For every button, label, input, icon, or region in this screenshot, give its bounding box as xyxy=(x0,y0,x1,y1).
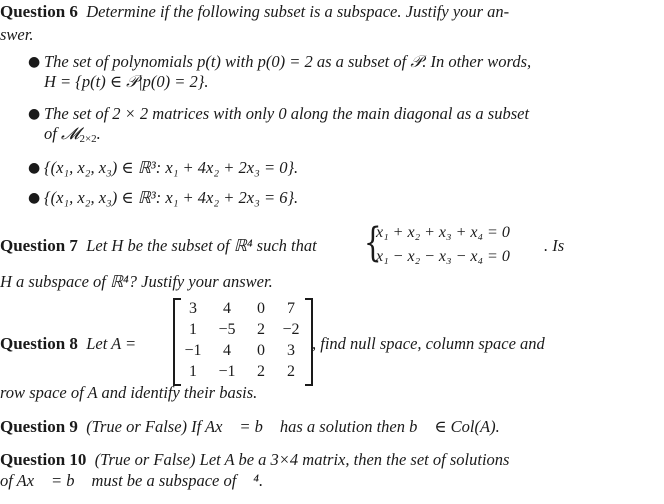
bullet-icon: ● xyxy=(28,160,41,176)
bullet-icon: ● xyxy=(28,106,41,122)
system-equation-2: x₁ − x₂ − x₃ − x₄ = 0 xyxy=(376,248,510,265)
matrix-cell: 0 xyxy=(257,300,265,317)
system-equation-1: x₁ + x₂ + x₃ + x₄ = 0 xyxy=(376,224,510,241)
question-7-line2: H a subspace of ℝ⁴? Justify your answer. xyxy=(0,272,273,291)
q6-item-1-line1: The set of polynomials p(t) with p(0) = … xyxy=(44,52,532,71)
question-8-line2: row space of A and identify their basis. xyxy=(0,383,258,402)
question-8-heading: Question 8 Let A = xyxy=(0,334,136,354)
question-9-label: Question 9 xyxy=(0,417,78,436)
bullet-icon: ● xyxy=(28,54,41,70)
matrix-a: 3 4 0 7 1 −5 2 −2 −1 4 0 3 1 −1 2 2 xyxy=(173,298,313,386)
question-10-text: (True or False) Let A be a 3×4 matrix, t… xyxy=(94,450,510,469)
question-10-label: Question 10 xyxy=(0,450,87,469)
question-7-prompt-post: . Is xyxy=(544,236,565,255)
question-7-heading: Question 7 Let H be the subset of ℝ⁴ suc… xyxy=(0,236,317,256)
question-7-label: Question 7 xyxy=(0,236,78,255)
q6-item-2-line2: of 𝓜2×2. xyxy=(44,124,101,149)
question-8-label: Question 8 xyxy=(0,334,78,353)
matrix-cell: 4 xyxy=(223,342,231,359)
matrix-cell: 3 xyxy=(189,300,197,317)
question-9: Question 9 (True or False) If Ax⃗ = b⃗ h… xyxy=(0,417,500,437)
question-10-line2: of Ax⃗ = b⃗ must be a subspace of ℝ⁴. xyxy=(0,471,264,490)
question-6-prompt: Determine if the following subset is a s… xyxy=(86,2,510,21)
question-8-prompt: Let A = xyxy=(86,334,137,353)
matrix-cell: −1 xyxy=(184,342,202,359)
question-6-prompt-cont: swer. xyxy=(0,25,34,44)
matrix-cell: 1 xyxy=(189,363,197,380)
matrix-cell: −5 xyxy=(218,321,236,338)
q6-item-2-line1: The set of 2 × 2 matrices with only 0 al… xyxy=(44,104,530,123)
matrix-cell: 3 xyxy=(287,342,295,359)
question-10: Question 10 (True or False) Let A be a 3… xyxy=(0,450,509,470)
question-7-prompt: Let H be the subset of ℝ⁴ such that xyxy=(86,236,317,255)
q6-item-2-period: . xyxy=(96,124,101,143)
bracket-tick xyxy=(305,384,311,386)
matrix-cell: −2 xyxy=(282,321,300,338)
matrix-cell: 2 xyxy=(257,363,265,380)
q6-item-2-of: of xyxy=(44,124,61,143)
matrix-space-symbol: 𝓜 xyxy=(60,124,80,143)
question-6-label: Question 6 xyxy=(0,2,78,21)
bullet-icon: ● xyxy=(28,190,41,206)
matrix-cell: −1 xyxy=(218,363,236,380)
matrix-cell: 2 xyxy=(287,363,295,380)
matrix-cell: 0 xyxy=(257,342,265,359)
question-8-prompt-post: , find null space, column space and xyxy=(312,334,545,353)
q6-item-3: {(x₁, x₂, x₃) ∈ ℝ³: x₁ + 4x₂ + 2x₃ = 0}. xyxy=(44,158,299,177)
matrix-cell: 1 xyxy=(189,321,197,338)
matrix-cell: 7 xyxy=(287,300,295,317)
q6-item-4: {(x₁, x₂, x₃) ∈ ℝ³: x₁ + 4x₂ + 2x₃ = 6}. xyxy=(44,188,299,207)
question-9-text: (True or False) If Ax⃗ = b⃗ has a soluti… xyxy=(86,417,500,436)
matrix-space-subscript: 2×2 xyxy=(79,133,97,145)
question-6-heading: Question 6 Determine if the following su… xyxy=(0,2,509,22)
matrix-cell: 4 xyxy=(223,300,231,317)
matrix-cell: 2 xyxy=(257,321,265,338)
q6-item-1-line2: H = {p(t) ∈ 𝒫|p(0) = 2}. xyxy=(44,72,209,91)
